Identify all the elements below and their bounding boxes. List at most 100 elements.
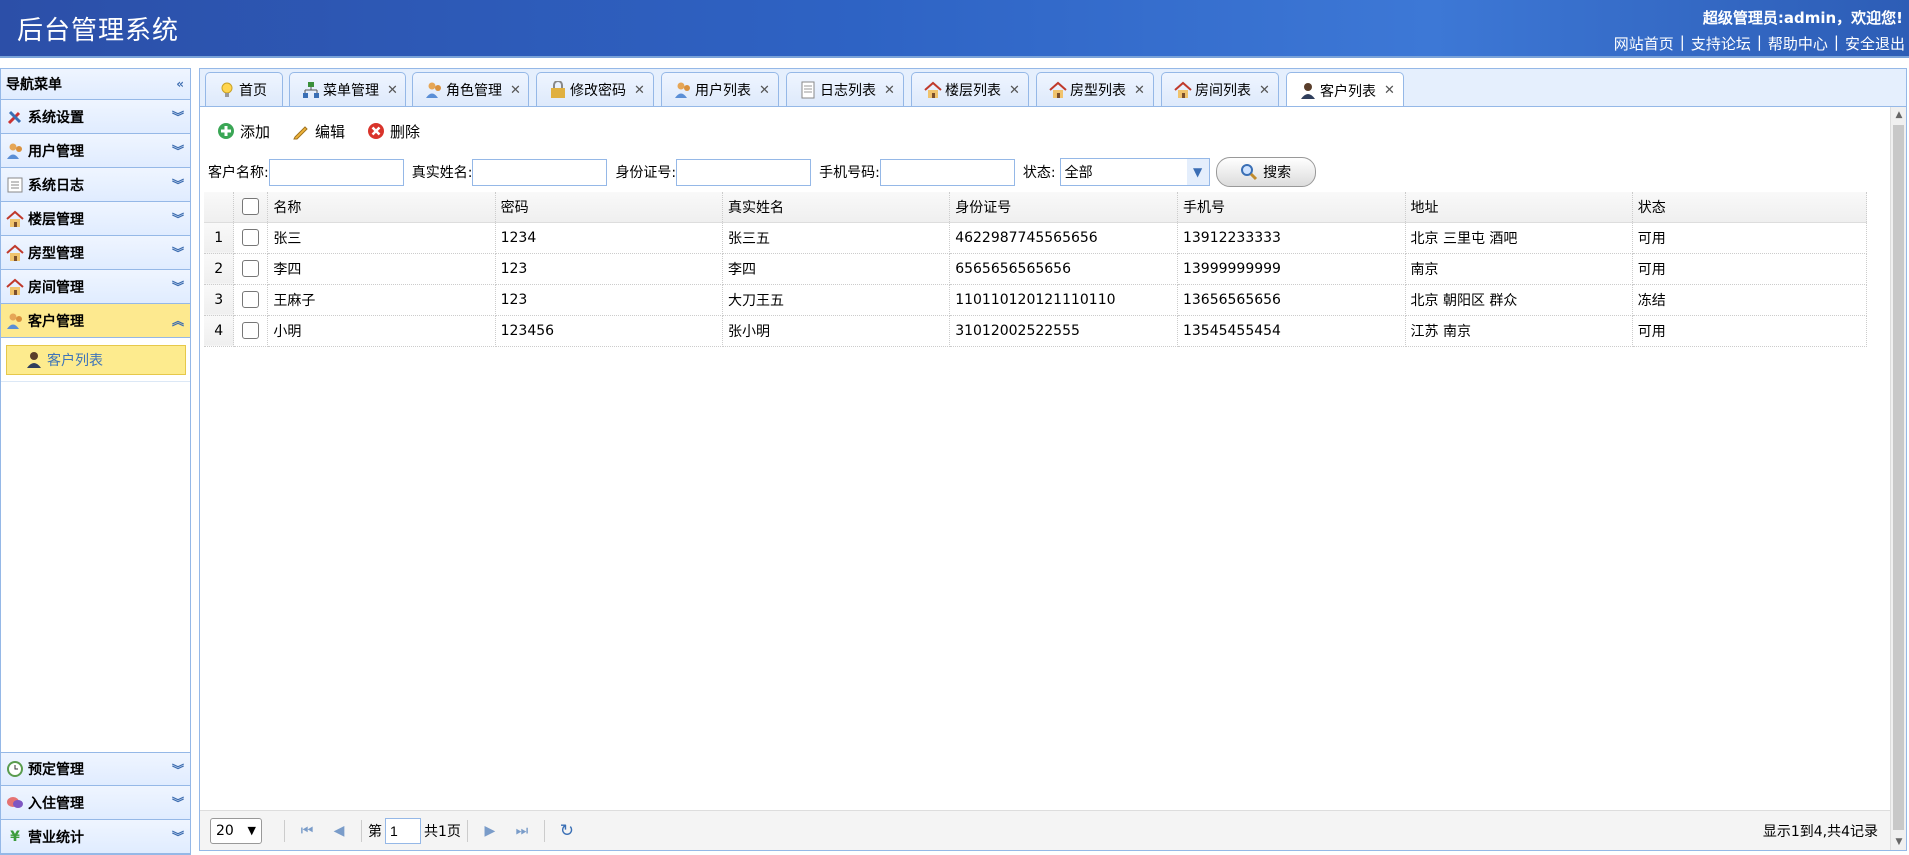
sidebar-item-room-management[interactable]: 房间管理 ︾ <box>1 270 190 304</box>
sidebar-item-system-settings[interactable]: 系统设置 ︾ <box>1 100 190 134</box>
table-row[interactable]: 2 李四 123 李四 6565656565656 13999999999 南京… <box>204 253 1868 285</box>
delete-icon <box>367 122 385 140</box>
row-checkbox[interactable] <box>242 260 260 277</box>
first-page-icon[interactable]: ⏮ <box>291 823 323 839</box>
select-all-checkbox[interactable] <box>242 198 260 216</box>
search-button-label: 搜索 <box>1263 165 1292 181</box>
column-header[interactable]: 状态 <box>1632 192 1868 223</box>
divider <box>543 819 545 842</box>
scroll-down-icon[interactable]: ▼ <box>1891 834 1907 850</box>
row-checkbox[interactable] <box>242 229 260 246</box>
sidebar-subitem-customer-list[interactable]: 客户列表 <box>6 345 186 375</box>
column-header[interactable]: 手机号 <box>1177 192 1406 223</box>
table-cell: 张三 <box>267 222 496 254</box>
column-header[interactable]: 名称 <box>267 192 496 223</box>
page-size-select[interactable]: 20 ▼ <box>210 817 262 844</box>
table-cell: 6565656565656 <box>949 253 1178 285</box>
tab-log-list[interactable]: 日志列表 ✕ <box>786 72 904 107</box>
sidebar-item-reservation-management[interactable]: 预定管理 ︾ <box>1 752 190 786</box>
edit-button[interactable]: 编辑 <box>292 121 345 142</box>
close-icon[interactable]: ✕ <box>759 83 770 98</box>
close-icon[interactable]: ✕ <box>1134 83 1145 98</box>
scrollbar-thumb[interactable] <box>1893 125 1904 830</box>
row-checkbox[interactable] <box>242 322 260 339</box>
record-info: 显示1到4,共4记录 <box>1762 823 1878 840</box>
table-row[interactable]: 1 张三 1234 张三五 4622987745565656 139122333… <box>204 222 1868 254</box>
customer-name-input[interactable] <box>268 158 404 186</box>
lock-icon <box>549 80 567 99</box>
close-icon[interactable]: ✕ <box>884 83 895 98</box>
sidebar-item-room-type-management[interactable]: 房型管理 ︾ <box>1 236 190 270</box>
toolbar: 添加 编辑 删除 <box>205 112 420 150</box>
table-cell: 13545455454 <box>1177 315 1406 347</box>
status-select[interactable]: 全部 ▼ <box>1059 158 1210 186</box>
header-bar: 后台管理系统 超级管理员:admin，欢迎您! 网站首页 | 支持论坛 | 帮助… <box>0 0 1909 58</box>
chevron-down-icon: ︾ <box>171 830 184 844</box>
logout-link[interactable]: 安全退出 <box>1845 33 1905 54</box>
table-row[interactable]: 3 王麻子 123 大刀王五 110110120121110110 136565… <box>204 284 1868 316</box>
phone-input[interactable] <box>879 158 1015 186</box>
row-checkbox[interactable] <box>242 291 260 308</box>
tab-menu-management[interactable]: 菜单管理 ✕ <box>289 72 406 107</box>
table-cell: 13999999999 <box>1177 253 1406 285</box>
prev-page-icon[interactable]: ◀ <box>323 823 355 839</box>
table-cell: 北京 朝阳区 群众 <box>1405 284 1633 316</box>
sidebar-item-revenue-statistics[interactable]: ¥ 营业统计 ︾ <box>1 820 190 854</box>
row-number-header <box>204 192 235 223</box>
table-cell: 张三五 <box>722 222 951 254</box>
status-label: 状态: <box>1022 165 1056 181</box>
search-button[interactable]: 搜索 <box>1215 157 1316 187</box>
sidebar-item-label: 楼层管理 <box>28 211 84 228</box>
chevron-down-icon: ︾ <box>171 144 184 158</box>
column-header[interactable]: 真实姓名 <box>722 192 951 223</box>
id-number-input[interactable] <box>676 158 812 186</box>
column-header[interactable]: 密码 <box>495 192 723 223</box>
close-icon[interactable]: ✕ <box>1384 83 1395 98</box>
user-group-icon <box>674 81 692 99</box>
sidebar-item-user-management[interactable]: 用户管理 ︾ <box>1 134 190 168</box>
tab-label: 首页 <box>239 83 267 99</box>
vertical-scrollbar[interactable]: ▲ ▼ <box>1890 107 1906 850</box>
sidebar-item-system-log[interactable]: 系统日志 ︾ <box>1 168 190 202</box>
last-page-icon[interactable]: ⏭ <box>506 823 538 839</box>
row-checkbox-cell <box>233 315 269 347</box>
scroll-up-icon[interactable]: ▲ <box>1891 107 1907 123</box>
page-number-input[interactable] <box>385 817 421 844</box>
table-cell: 大刀王五 <box>722 284 951 316</box>
help-link[interactable]: 帮助中心 <box>1768 33 1828 54</box>
sidebar-item-checkin-management[interactable]: 入住管理 ︾ <box>1 786 190 820</box>
tab-label: 角色管理 <box>446 83 502 99</box>
close-icon[interactable]: ✕ <box>1009 83 1020 98</box>
sidebar-item-customer-management[interactable]: 客户管理 ︽ <box>1 304 190 338</box>
delete-button[interactable]: 删除 <box>367 121 420 142</box>
id-number-label: 身份证号: <box>615 165 677 181</box>
next-page-icon[interactable]: ▶ <box>474 823 506 839</box>
tab-label: 房型列表 <box>1070 83 1126 99</box>
table-cell: 北京 三里屯 酒吧 <box>1405 222 1633 254</box>
sidebar: 导航菜单 « 系统设置 ︾ 用户管理 ︾ 系统日志 ︾ 楼层管理 ︾ 房型管理 … <box>0 68 191 855</box>
tab-user-list[interactable]: 用户列表 ✕ <box>661 72 779 107</box>
tab-room-type-list[interactable]: 房型列表 ✕ <box>1036 72 1154 107</box>
real-name-input[interactable] <box>472 158 608 186</box>
tab-change-password[interactable]: 修改密码 ✕ <box>536 72 654 107</box>
column-header[interactable]: 身份证号 <box>949 192 1178 223</box>
sidebar-item-floor-management[interactable]: 楼层管理 ︾ <box>1 202 190 236</box>
close-icon[interactable]: ✕ <box>1259 83 1270 98</box>
refresh-icon[interactable]: ↻ <box>551 821 583 841</box>
close-icon[interactable]: ✕ <box>510 83 521 98</box>
close-icon[interactable]: ✕ <box>387 83 398 98</box>
tab-role-management[interactable]: 角色管理 ✕ <box>412 72 529 107</box>
home-link[interactable]: 网站首页 <box>1614 33 1674 54</box>
add-button[interactable]: 添加 <box>217 121 270 142</box>
table-row[interactable]: 4 小明 123456 张小明 31012002522555 135454554… <box>204 315 1868 347</box>
tab-floor-list[interactable]: 楼层列表 ✕ <box>911 72 1029 107</box>
tab-customer-list[interactable]: 客户列表 ✕ <box>1286 72 1404 108</box>
forum-link[interactable]: 支持论坛 <box>1691 33 1751 54</box>
column-header[interactable]: 地址 <box>1405 192 1633 223</box>
tab-label: 客户列表 <box>1320 83 1376 100</box>
divider <box>466 819 468 842</box>
tab-room-list[interactable]: 房间列表 ✕ <box>1161 72 1279 107</box>
close-icon[interactable]: ✕ <box>634 83 645 98</box>
collapse-left-icon[interactable]: « <box>176 77 184 91</box>
tab-home[interactable]: 首页 <box>205 72 283 107</box>
